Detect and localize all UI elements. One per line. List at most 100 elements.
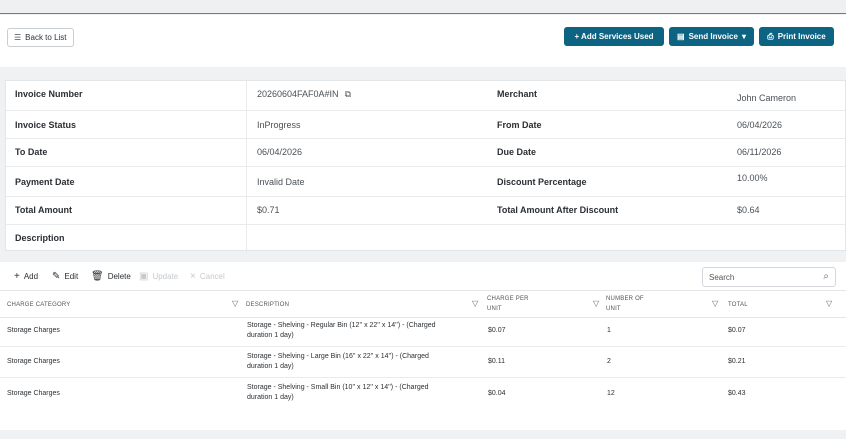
table-row[interactable]: Storage Charges Storage - Shelving - Lar… bbox=[0, 347, 846, 378]
pencil-icon: ✎ bbox=[52, 271, 61, 282]
plus-icon: + bbox=[14, 271, 20, 282]
grid-header: CHARGE CATEGORY ▽ DESCRIPTION ▽ CHARGE P… bbox=[0, 290, 846, 318]
description-line2: duration 1 day) bbox=[247, 332, 294, 339]
detail-row: Invoice Status InProgress From Date 06/0… bbox=[6, 111, 846, 139]
total-cell: $0.43 bbox=[728, 390, 746, 397]
total-after-discount-value: $0.64 bbox=[737, 205, 760, 215]
number-of-unit-cell: 1 bbox=[607, 327, 611, 334]
invoice-details-panel: Invoice Number 20260604FAF0A#IN ⧉ Merchan… bbox=[5, 80, 846, 252]
edit-button[interactable]: ✎ Edit bbox=[52, 271, 78, 282]
add-services-used-label: + Add Services Used bbox=[574, 32, 654, 41]
delete-button[interactable]: 🗑 Delete bbox=[91, 271, 131, 282]
trash-icon: 🗑 bbox=[91, 271, 104, 282]
total-cell: $0.07 bbox=[728, 327, 746, 334]
description-cell: Storage - Shelving - Small Bin (10'' x 1… bbox=[247, 383, 472, 403]
invoice-number-label: Invoice Number bbox=[15, 89, 83, 99]
back-to-list-label: Back to List bbox=[25, 33, 67, 42]
description-line1: Storage - Shelving - Large Bin (16'' x 2… bbox=[247, 353, 429, 360]
number-of-unit-header-line2: UNIT bbox=[606, 306, 621, 312]
filter-icon[interactable]: ▽ bbox=[593, 299, 599, 309]
search-placeholder: Search bbox=[709, 272, 735, 282]
description-line2: duration 1 day) bbox=[247, 363, 294, 370]
filter-icon[interactable]: ▽ bbox=[712, 299, 718, 309]
search-icon[interactable]: ⌕ bbox=[823, 271, 829, 282]
print-icon: ⎙ bbox=[767, 31, 774, 41]
update-label: Update bbox=[152, 272, 179, 281]
number-of-unit-header-label: NUMBER OF UNIT bbox=[606, 294, 644, 314]
top-strip bbox=[0, 0, 846, 14]
search-input[interactable]: Search ⌕ bbox=[702, 267, 836, 287]
description-cell: Storage - Shelving - Large Bin (16'' x 2… bbox=[247, 352, 472, 372]
add-button[interactable]: + Add bbox=[14, 271, 38, 282]
charge-per-unit-cell: $0.11 bbox=[488, 358, 505, 365]
copy-icon[interactable]: ⧉ bbox=[345, 89, 351, 100]
column-header-charge-per-unit[interactable]: CHARGE PER UNIT ▽ bbox=[487, 291, 599, 319]
total-amount-value: $0.71 bbox=[257, 205, 280, 215]
charge-category-header-label: CHARGE CATEGORY bbox=[7, 302, 71, 308]
add-label: Add bbox=[23, 272, 39, 281]
detail-row: Total Amount $0.71 Total Amount After Di… bbox=[6, 197, 846, 225]
invoice-number-text: 20260604FAF0A#IN bbox=[257, 89, 339, 99]
total-amount-label: Total Amount bbox=[15, 205, 72, 215]
detail-row: Description bbox=[6, 225, 846, 252]
column-header-charge-category[interactable]: CHARGE CATEGORY ▽ bbox=[7, 291, 238, 319]
total-cell: $0.21 bbox=[728, 358, 746, 365]
invoice-status-value: InProgress bbox=[257, 120, 301, 130]
total-header-label: TOTAL bbox=[728, 302, 748, 308]
charge-category-cell: Storage Charges bbox=[7, 358, 60, 365]
to-date-label: To Date bbox=[15, 147, 48, 157]
discount-percentage-label: Discount Percentage bbox=[497, 177, 587, 187]
to-date-value: 06/04/2026 bbox=[257, 147, 303, 157]
payment-date-value: Invalid Date bbox=[257, 177, 305, 187]
number-of-unit-header-line1: NUMBER OF bbox=[606, 296, 644, 302]
table-row[interactable]: Storage Charges Storage - Shelving - Reg… bbox=[0, 316, 846, 347]
description-label: Description bbox=[15, 233, 65, 243]
description-line2: duration 1 day) bbox=[247, 394, 294, 401]
discount-percentage-value: 10.00% bbox=[737, 173, 768, 183]
merchant-label: Merchant bbox=[497, 89, 538, 99]
close-icon: × bbox=[190, 271, 196, 282]
print-invoice-label: Print Invoice bbox=[777, 32, 826, 41]
charge-per-unit-header-line2: UNIT bbox=[487, 306, 502, 312]
due-date-value: 06/11/2026 bbox=[737, 147, 782, 157]
from-date-value: 06/04/2026 bbox=[737, 120, 783, 130]
caret-down-icon: ▾ bbox=[741, 32, 746, 41]
filter-icon[interactable]: ▽ bbox=[826, 299, 832, 308]
description-cell: Storage - Shelving - Regular Bin (12'' x… bbox=[247, 321, 472, 341]
back-to-list-button[interactable]: ☰ Back to List bbox=[7, 28, 74, 47]
add-services-used-button[interactable]: + Add Services Used bbox=[564, 27, 664, 46]
send-invoice-label: Send Invoice bbox=[688, 32, 738, 41]
charge-per-unit-header-label: CHARGE PER UNIT bbox=[487, 294, 529, 314]
filter-icon[interactable]: ▽ bbox=[232, 299, 238, 308]
column-header-description[interactable]: DESCRIPTION ▽ bbox=[246, 291, 481, 319]
detail-row: To Date 06/04/2026 Due Date 06/11/2026 bbox=[6, 139, 846, 167]
action-bar: ☰ Back to List + Add Services Used ▤ Sen… bbox=[0, 15, 846, 67]
column-header-total[interactable]: TOTAL ▽ bbox=[728, 291, 838, 319]
table-row[interactable]: Storage Charges Storage - Shelving - Sma… bbox=[0, 378, 846, 409]
update-button[interactable]: ▣ Update bbox=[139, 271, 178, 282]
charge-per-unit-cell: $0.04 bbox=[488, 390, 506, 397]
merchant-value: John Cameron bbox=[737, 93, 797, 103]
charge-category-cell: Storage Charges bbox=[7, 390, 60, 397]
filter-icon[interactable]: ▽ bbox=[472, 299, 478, 308]
save-icon: ▣ bbox=[139, 271, 149, 282]
column-divider bbox=[246, 81, 247, 252]
invoice-status-label: Invoice Status bbox=[15, 120, 77, 130]
description-line1: Storage - Shelving - Small Bin (10'' x 1… bbox=[247, 384, 429, 391]
invoice-number-value: 20260604FAF0A#IN ⧉ bbox=[257, 89, 351, 100]
print-invoice-button[interactable]: ⎙ Print Invoice bbox=[759, 27, 834, 46]
column-header-number-of-unit[interactable]: NUMBER OF UNIT ▽ bbox=[606, 291, 723, 319]
due-date-label: Due Date bbox=[497, 147, 537, 157]
delete-label: Delete bbox=[107, 272, 131, 281]
cancel-label: Cancel bbox=[199, 272, 225, 281]
description-line1: Storage - Shelving - Regular Bin (12'' x… bbox=[247, 322, 436, 329]
detail-row: Invoice Number 20260604FAF0A#IN ⧉ Merchan… bbox=[6, 81, 846, 111]
send-invoice-button[interactable]: ▤ Send Invoice ▾ bbox=[669, 27, 754, 46]
list-icon: ☰ bbox=[14, 33, 22, 42]
total-after-discount-label: Total Amount After Discount bbox=[497, 205, 619, 215]
file-icon: ▤ bbox=[677, 32, 685, 41]
charge-per-unit-header-line1: CHARGE PER bbox=[487, 296, 529, 302]
cancel-button[interactable]: × Cancel bbox=[190, 271, 225, 282]
payment-date-label: Payment Date bbox=[15, 177, 75, 187]
description-header-label: DESCRIPTION bbox=[246, 302, 290, 308]
